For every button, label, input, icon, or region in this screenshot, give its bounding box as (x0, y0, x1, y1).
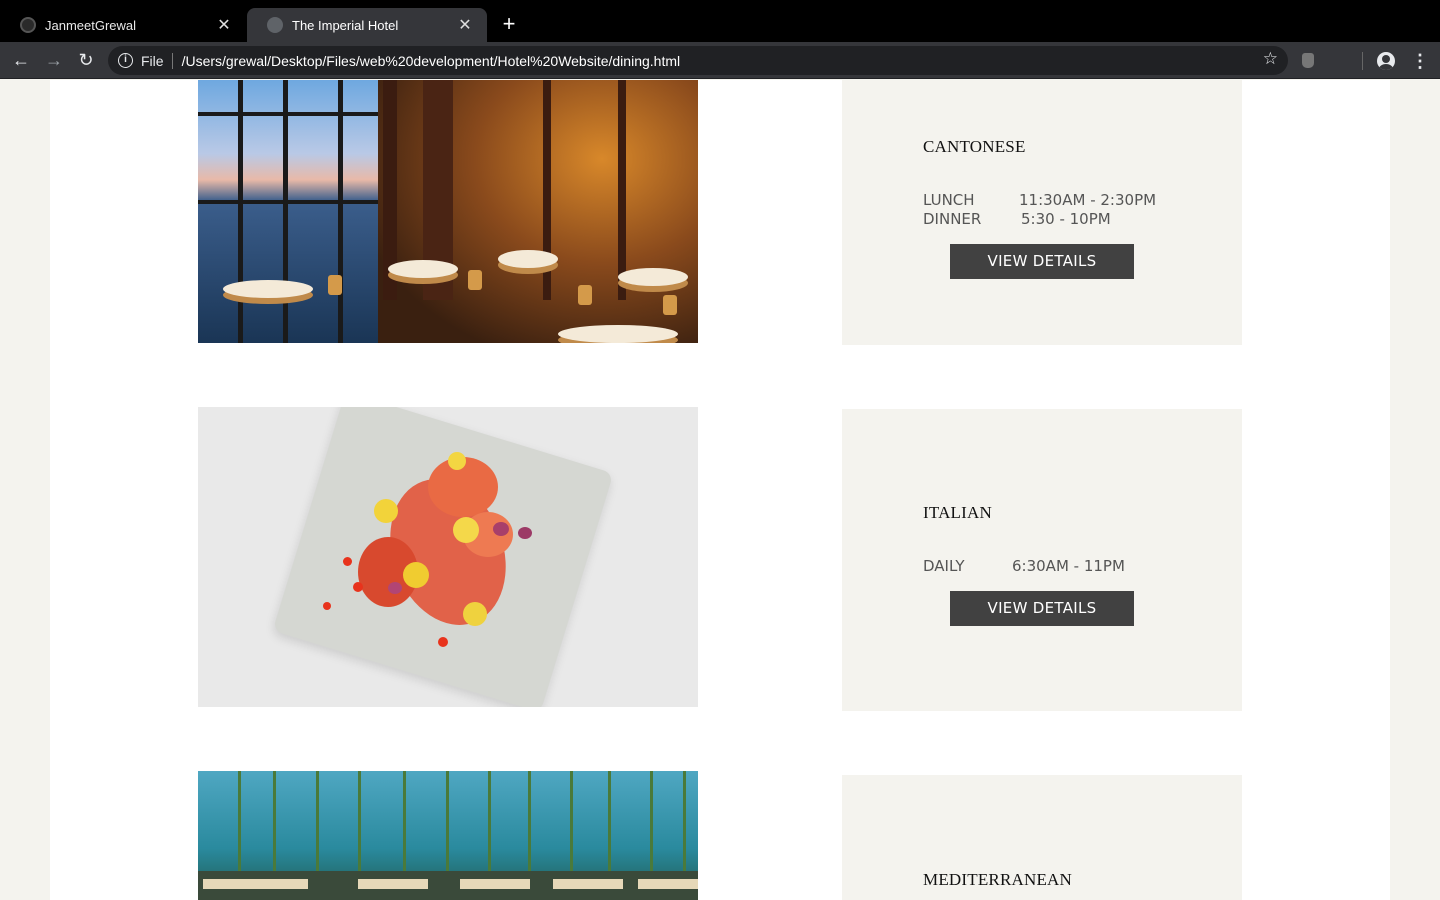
address-scheme: File (141, 52, 164, 69)
browser-toolbar: ← → ↻ i File /Users/grewal/Desktop/Files… (0, 42, 1440, 79)
restaurant-name: MEDITERRANEAN (923, 870, 1072, 889)
hours-time: 11:30AM - 2:30PM (1019, 191, 1157, 209)
globe-icon (267, 17, 283, 33)
tab-title: The Imperial Hotel (292, 17, 399, 33)
close-icon[interactable]: ✕ (457, 15, 473, 35)
mediterranean-atrium-photo (198, 771, 698, 900)
extension-icon[interactable] (1302, 53, 1314, 68)
opening-hours: DAILY 6:30AM - 11PM (923, 557, 1125, 576)
cantonese-restaurant-photo (198, 80, 698, 343)
tab-janmeetgrewal[interactable]: JanmeetGrewal ✕ (0, 8, 246, 42)
hours-label: DAILY (923, 557, 965, 575)
restaurant-card-mediterranean: MEDITERRANEAN (842, 775, 1242, 900)
tab-title: JanmeetGrewal (45, 17, 137, 33)
hours-label: LUNCH (923, 191, 975, 209)
address-separator (171, 52, 173, 69)
hours-label: DINNER (923, 210, 982, 228)
hours-row: DAILY 6:30AM - 11PM (923, 557, 1125, 576)
page-viewport[interactable]: CANTONESE LUNCH 11:30AM - 2:30PM DINNER … (0, 80, 1440, 900)
toolbar-divider (1362, 52, 1363, 70)
address-url[interactable]: /Users/grewal/Desktop/Files/web%20develo… (182, 53, 681, 69)
star-icon[interactable]: ☆ (1263, 49, 1278, 69)
restaurant-card-italian: ITALIAN DAILY 6:30AM - 11PM VIEW DETAILS (842, 409, 1242, 711)
view-details-button[interactable]: VIEW DETAILS (950, 244, 1134, 279)
restaurant-name: CANTONESE (923, 137, 1026, 156)
github-icon (20, 17, 36, 33)
tab-imperial-hotel[interactable]: The Imperial Hotel ✕ (247, 8, 487, 42)
reload-icon[interactable]: ↻ (75, 49, 97, 71)
plus-icon[interactable]: + (498, 12, 520, 36)
close-icon[interactable]: ✕ (216, 15, 232, 35)
italian-dish-photo (198, 407, 698, 707)
restaurant-name: ITALIAN (923, 503, 992, 522)
opening-hours: LUNCH 11:30AM - 2:30PM DINNER 5:30 - 10P… (923, 191, 1156, 229)
browser-tab-bar: JanmeetGrewal ✕ The Imperial Hotel ✕ + (0, 0, 1440, 42)
dining-content: CANTONESE LUNCH 11:30AM - 2:30PM DINNER … (50, 80, 1390, 900)
hours-row: DINNER 5:30 - 10PM (923, 210, 1156, 229)
profile-icon[interactable] (1377, 52, 1395, 70)
hours-time: 5:30 - 10PM (1021, 210, 1111, 228)
hours-time: 6:30AM - 11PM (1012, 557, 1125, 575)
address-bar[interactable]: i File /Users/grewal/Desktop/Files/web%2… (108, 46, 1288, 75)
hours-row: LUNCH 11:30AM - 2:30PM (923, 191, 1156, 210)
view-details-button[interactable]: VIEW DETAILS (950, 591, 1134, 626)
kebab-menu-icon[interactable]: ⋮ (1411, 51, 1429, 71)
arrow-right-icon[interactable]: → (43, 49, 65, 71)
arrow-left-icon[interactable]: ← (10, 49, 32, 71)
window-city-view (198, 80, 388, 343)
restaurant-card-cantonese: CANTONESE LUNCH 11:30AM - 2:30PM DINNER … (842, 80, 1242, 345)
info-icon[interactable]: i (118, 53, 133, 68)
